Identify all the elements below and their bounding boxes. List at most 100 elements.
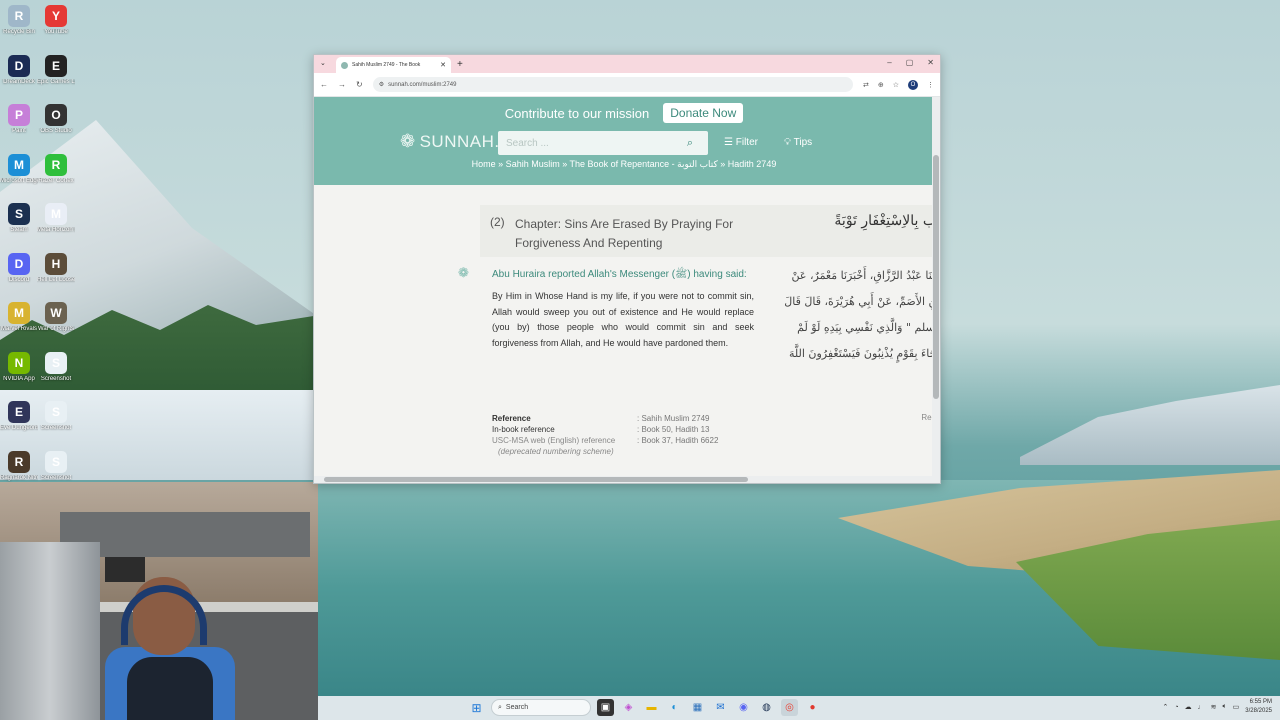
wifi-icon[interactable]: ≋ [1211,703,1217,711]
chrome-icon[interactable]: ◎ [781,699,798,716]
mail-icon[interactable]: ✉ [712,699,729,716]
site-info-icon[interactable]: ⚙ [379,81,384,88]
obs-icon[interactable]: ● [804,699,821,716]
reference-row: Reference : Sahih Muslim 2749 [492,414,710,423]
inbook-reference-row: In-book reference : Book 50, Hadith 13 [492,425,710,434]
hadith-arabic-text: دَّثَنَا عَبْدُ الرَّزَّاقِ، أَخْبَرَنَا… [780,263,934,367]
tips-button[interactable]: 💡︎ Tips [784,137,812,148]
desktop-icon[interactable]: W War of Rights [37,302,75,333]
desktop-icon[interactable]: R Ragnarok Nitro [0,450,38,482]
horizontal-scrollbar[interactable] [314,476,940,483]
steam-icon[interactable]: ◍ [758,699,775,716]
translate-icon[interactable]: ⇄ [863,81,869,89]
task-view-icon[interactable]: ▣ [597,699,614,716]
desktop-icon[interactable]: O OBS Studio [37,104,75,135]
reload-icon[interactable]: ↻ [356,80,363,89]
obs-icon: O [45,104,67,126]
taskbar: ⊞ ⌕ Search ▣ ◈ ▬ ◐ ▦ ✉ ◉ ◍ ◎ ● ⌃ ◔ ☁ ♩ ≋… [318,696,1280,720]
desktop-icon-label: Ragnarok Nitro [0,474,38,481]
usc-reference-row: USC-MSA web (English) reference : Book 3… [492,436,719,445]
minimize-icon[interactable]: – [887,58,891,67]
desktop-icon[interactable]: E Eve Dungeons [0,401,38,432]
arabic-line: دَّثَنَا عَبْدُ الرَّزَّاقِ، أَخْبَرَنَا… [791,269,934,282]
desktop-icon[interactable]: H Hell Let Loose [37,252,75,284]
taskbar-search[interactable]: ⌕ Search [491,699,591,716]
search-icon[interactable]: ⌕ [672,131,708,155]
onedrive-icon[interactable]: ☁ [1185,703,1192,711]
desktop-icon[interactable]: S Screenshot [37,450,75,482]
desktop-icon[interactable]: S Steam [0,203,38,234]
discord-icon[interactable]: ◉ [735,699,752,716]
grid-app-icon: D [8,54,30,77]
desktop-icon[interactable]: EEpic Games Launcher [37,54,75,86]
close-tab-icon[interactable]: ✕ [440,61,446,69]
menu-kebab-icon[interactable]: ⋮ [927,81,934,89]
back-icon[interactable]: ← [320,80,328,89]
mic-icon[interactable]: ♩ [1198,704,1205,711]
edge-icon[interactable]: ◐ [666,699,683,716]
edge-icon: M [8,153,30,176]
desktop-icon[interactable]: P Paint [0,104,38,135]
file-explorer-icon[interactable]: ▬ [643,699,660,716]
youtube-icon: Y [45,5,67,27]
game-icon: R [8,450,30,473]
desktop-icon[interactable]: M Marvel Rivals [0,302,38,333]
volume-icon[interactable]: 🔈︎ [1222,703,1226,711]
desktop-icon[interactable]: M Microsoft Edge [0,153,38,185]
tab-search-icon[interactable]: ⌄ [320,59,326,67]
bookmark-star-icon[interactable]: ☆ [893,81,899,89]
desktop-icon[interactable]: D DreamDeck [0,54,38,86]
filter-icon: ☰ [724,137,736,148]
epic-games-icon: E [45,54,67,77]
discord-icon: D [8,252,30,275]
war-of-rights-icon: W [45,302,67,324]
razer-icon: R [45,153,67,176]
hadith-english-text: By Him in Whose Hand is my life, if you … [492,291,754,349]
desktop-icon[interactable]: R Recycle Bin [0,5,38,36]
tab-title: Sahih Muslim 2749 - The Book [352,62,421,68]
hadith-options-icon[interactable]: ❁ [458,265,469,281]
url-text: sunnah.com/muslim:2749 [388,81,457,88]
desktop-icon[interactable]: S Screenshot [37,351,75,383]
desktop-icon[interactable]: S Screenshot [37,401,75,432]
hadith-reference-table: Reference : Sahih Muslim 2749 In-book re… [492,413,718,457]
breadcrumb[interactable]: Home » Sahih Muslim » The Book of Repent… [314,159,934,170]
browser-tab[interactable]: Sahih Muslim 2749 - The Book ✕ [336,57,451,73]
recycle-bin-icon: R [8,5,30,27]
browser-toolbar: ← → ↻ ⚙ sunnah.com/muslim:2749 ⇄ ⊕ ☆ O ⋮ [314,73,940,97]
store-icon[interactable]: ▦ [689,699,706,716]
desktop-icon[interactable]: D Discord [0,252,38,284]
desktop-icon[interactable]: N NVIDIA App [0,351,38,383]
maximize-icon[interactable]: ▢ [906,58,914,67]
desktop-icons: R Recycle Bin Y YouTube D DreamDeck E Epic Game… [0,0,80,482]
donate-button[interactable]: Donate Now [663,103,744,123]
new-tab-icon[interactable]: + [457,59,463,70]
chapter-title: Chapter: Sins Are Erased By Praying For … [515,217,734,250]
site-logo[interactable]: ❁ SUNNAH.C [400,131,512,152]
chapter-heading: (2) Chapter: Sins Are Erased By Praying … [480,205,934,257]
meta-icon: M [45,203,67,225]
forward-icon[interactable]: → [338,80,346,89]
network-icon[interactable]: ◔ [1174,704,1178,711]
site-header: ❁ SUNNAH.C Search ... ⌕ ☰ Filter 💡︎ Tips… [314,129,934,185]
profile-avatar[interactable]: O [908,79,918,90]
battery-icon[interactable]: ▭ [1233,703,1240,711]
zoom-icon[interactable]: ⊕ [878,81,884,89]
desktop-icon[interactable]: Y YouTube [37,5,75,36]
desktop-icon[interactable]: R Razer Cortex [37,153,75,185]
windows-start-icon[interactable]: ⊞ [468,699,485,716]
chevron-up-icon[interactable]: ⌃ [1162,703,1168,711]
address-bar[interactable]: ⚙ sunnah.com/muslim:2749 [372,77,853,92]
desktop-icon-label: Steam [10,227,28,233]
clock[interactable]: 6:55 PM 3/28/2025 [1245,698,1272,716]
filter-button[interactable]: ☰ Filter [724,137,758,148]
desktop-icon-label: DreamDeck [3,78,35,85]
search-input[interactable]: Search ... [498,138,672,149]
vertical-scrollbar[interactable] [932,97,940,479]
screenshot-file-icon: S [45,351,67,374]
copilot-icon[interactable]: ◈ [620,699,637,716]
close-window-icon[interactable]: ✕ [927,58,934,67]
browser-window: ⌄ Sahih Muslim 2749 - The Book ✕ + – ▢ ✕… [313,54,941,484]
desktop-icon-label: Eve Dungeons [0,425,38,431]
desktop-icon[interactable]: M Meta Horizon Link [37,203,75,234]
